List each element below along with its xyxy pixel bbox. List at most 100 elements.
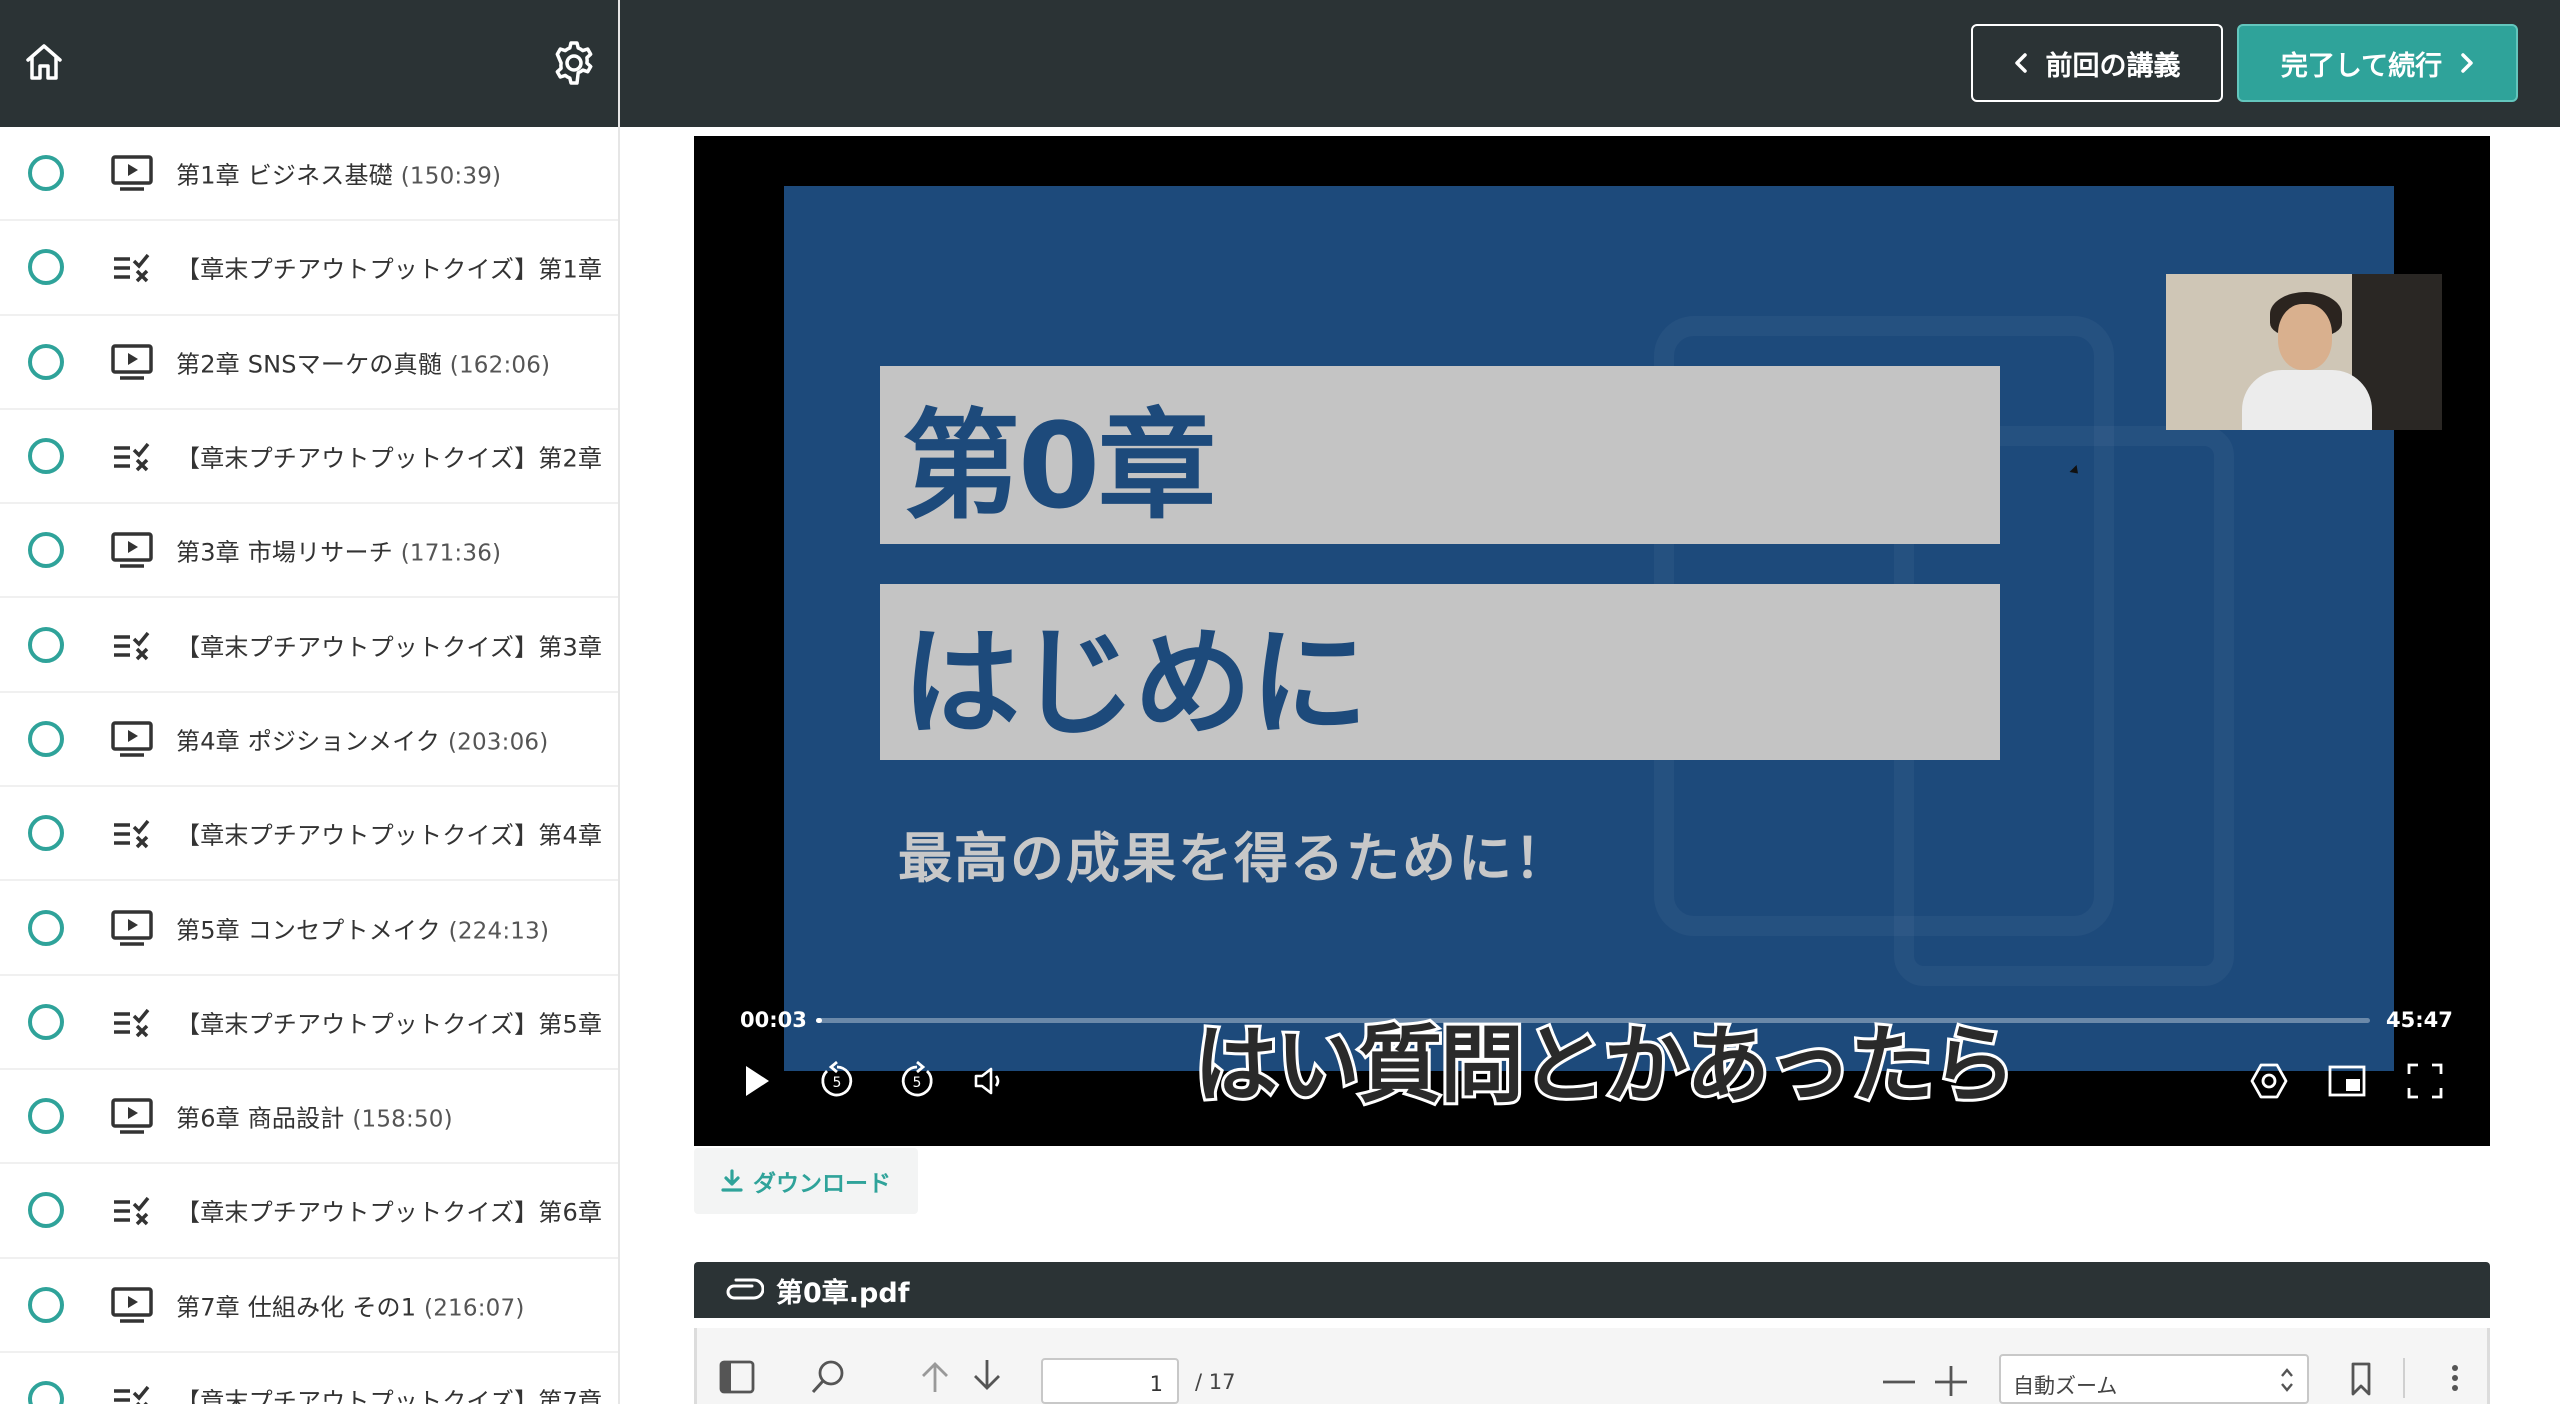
slide-subtitle: 最高の成果を得るために！ — [898, 827, 1570, 890]
presenter-webcam — [2166, 274, 2442, 430]
lecture-title: 第2章 SNSマーケの真髄 — [176, 350, 442, 379]
search-icon[interactable] — [809, 1356, 849, 1396]
slide-title: 第0章 — [902, 396, 1216, 535]
lecture-topbar: 前回の講義 完了して続行 — [620, 0, 2560, 127]
quiz-icon — [110, 1190, 154, 1230]
lecture-title: 【章末プチアウトプットクイズ】第7章 — [176, 1387, 603, 1404]
lecture-title: 【章末プチアウトプットクイズ】第4章 — [176, 821, 603, 850]
bookmark-icon[interactable] — [2341, 1356, 2381, 1396]
previous-lecture-button[interactable]: 前回の講義 — [1971, 24, 2223, 102]
video-icon — [110, 719, 154, 759]
lecture-duration: (203:06) — [447, 729, 549, 756]
complete-and-continue-button[interactable]: 完了して続行 — [2237, 24, 2518, 102]
picture-in-picture-button[interactable] — [2322, 1056, 2372, 1106]
settings-button[interactable] — [2244, 1056, 2294, 1106]
incomplete-circle-icon — [28, 909, 64, 946]
quiz-icon — [110, 1379, 154, 1404]
fullscreen-icon — [2407, 1063, 2443, 1099]
video-icon — [110, 1096, 154, 1136]
play-button[interactable] — [732, 1056, 782, 1106]
incomplete-circle-icon — [28, 720, 64, 757]
gear-icon[interactable] — [549, 38, 599, 88]
attachment-filename: 第0章.pdf — [776, 1277, 910, 1309]
incomplete-circle-icon — [28, 626, 64, 663]
incomplete-circle-icon — [28, 532, 64, 569]
quiz-icon — [110, 813, 154, 853]
quiz-item-ch7[interactable]: 【章末プチアウトプットクイズ】第7章 — [0, 1353, 618, 1404]
quiz-icon — [110, 247, 154, 287]
incomplete-circle-icon — [28, 1286, 64, 1323]
lecture-item-ch1[interactable]: 第1章 ビジネス基礎 (150:39) — [0, 127, 618, 222]
current-time: 00:03 — [740, 1008, 807, 1032]
picture-in-picture-icon — [2328, 1065, 2366, 1097]
video-player[interactable]: 第0章 はじめに 最高の成果を得るために！ 00:03 45:47 はい質問とか… — [694, 136, 2490, 1146]
download-label: ダウンロード — [753, 1171, 891, 1197]
page-total: / 17 — [1195, 1370, 1236, 1394]
incomplete-circle-icon — [28, 815, 64, 852]
incomplete-circle-icon — [28, 155, 64, 192]
paperclip-icon — [726, 1278, 764, 1300]
previous-page-icon[interactable] — [915, 1356, 955, 1396]
rewind-seconds: 5 — [833, 1075, 842, 1091]
page-number-input[interactable]: 1 — [1041, 1358, 1179, 1404]
lecture-title: 【章末プチアウトプットクイズ】第1章 — [176, 255, 603, 284]
incomplete-circle-icon — [28, 1098, 64, 1135]
course-sidebar: 第1章 ビジネス基礎 (150:39) 【章末プチアウトプットクイズ】第1章 第… — [0, 0, 620, 1404]
quiz-item-ch4[interactable]: 【章末プチアウトプットクイズ】第4章 — [0, 787, 618, 882]
quiz-item-ch2[interactable]: 【章末プチアウトプットクイズ】第2章 — [0, 410, 618, 505]
zoom-in-icon[interactable] — [1931, 1356, 1971, 1396]
lecture-title: 【章末プチアウトプットクイズ】第5章 — [176, 1010, 603, 1039]
quiz-item-ch6[interactable]: 【章末プチアウトプットクイズ】第6章 — [0, 1164, 618, 1259]
quiz-icon — [110, 625, 154, 665]
lecture-title: 第3章 市場リサーチ — [176, 538, 393, 567]
incomplete-circle-icon — [28, 343, 64, 380]
lecture-item-ch7[interactable]: 第7章 仕組み化 その1 (216:07) — [0, 1259, 618, 1353]
volume-button[interactable] — [964, 1056, 1014, 1106]
lecture-list: 第1章 ビジネス基礎 (150:39) 【章末プチアウトプットクイズ】第1章 第… — [0, 127, 618, 1404]
complete-and-continue-label: 完了して続行 — [2280, 50, 2443, 82]
download-button[interactable]: ダウンロード — [694, 1148, 918, 1214]
chevron-left-icon — [2014, 53, 2027, 73]
more-options-icon[interactable] — [2435, 1356, 2475, 1396]
lecture-duration: (171:36) — [400, 540, 502, 567]
quiz-item-ch3[interactable]: 【章末プチアウトプットクイズ】第3章 — [0, 598, 618, 693]
lecture-item-ch6[interactable]: 第6章 商品設計 (158:50) — [0, 1070, 618, 1165]
next-page-icon[interactable] — [967, 1356, 1007, 1396]
settings-icon — [2250, 1063, 2288, 1099]
incomplete-circle-icon — [28, 438, 64, 475]
lecture-duration: (216:07) — [424, 1295, 525, 1322]
lecture-item-ch4[interactable]: 第4章 ポジションメイク (203:06) — [0, 693, 618, 788]
rewind-button[interactable]: 5 — [812, 1056, 862, 1106]
video-duration: 45:47 — [2386, 1008, 2453, 1032]
chevron-right-icon — [2461, 53, 2473, 73]
video-icon — [110, 153, 154, 193]
zoom-out-icon[interactable] — [1879, 1356, 1919, 1396]
lecture-title: 【章末プチアウトプットクイズ】第3章 — [176, 633, 603, 662]
slide-heading-band: はじめに — [880, 584, 2000, 760]
play-icon — [746, 1066, 769, 1096]
quiz-item-ch1[interactable]: 【章末プチアウトプットクイズ】第1章 — [0, 221, 618, 316]
download-icon — [721, 1169, 743, 1192]
fullscreen-button[interactable] — [2400, 1056, 2450, 1106]
lecture-item-ch3[interactable]: 第3章 市場リサーチ (171:36) — [0, 504, 618, 599]
lecture-item-ch2[interactable]: 第2章 SNSマーケの真髄 (162:06) — [0, 316, 618, 410]
lecture-title: 第7章 仕組み化 その1 — [176, 1293, 417, 1322]
video-frame: 第0章 はじめに 最高の成果を得るために！ — [784, 186, 2442, 1071]
forward-button[interactable]: 5 — [892, 1056, 942, 1106]
progress-fill — [816, 1018, 823, 1023]
lecture-title: 【章末プチアウトプットクイズ】第2章 — [176, 444, 603, 473]
sidebar-toggle-icon[interactable] — [717, 1356, 757, 1396]
lecture-item-ch5[interactable]: 第5章 コンセプトメイク (224:13) — [0, 881, 618, 976]
video-icon — [110, 908, 154, 948]
previous-lecture-label: 前回の講義 — [2045, 50, 2181, 82]
zoom-select[interactable]: 自動ズーム — [1999, 1354, 2309, 1404]
toolbar-divider — [2403, 1358, 2405, 1398]
volume-icon — [974, 1067, 1000, 1095]
quiz-item-ch5[interactable]: 【章末プチアウトプットクイズ】第5章 — [0, 976, 618, 1070]
forward-seconds: 5 — [913, 1075, 922, 1091]
rewind-icon: 5 — [821, 1061, 853, 1097]
home-icon[interactable] — [20, 38, 68, 86]
incomplete-circle-icon — [28, 1003, 64, 1040]
lecture-title: 第4章 ポジションメイク — [176, 727, 441, 756]
lecture-duration: (224:13) — [448, 918, 550, 945]
